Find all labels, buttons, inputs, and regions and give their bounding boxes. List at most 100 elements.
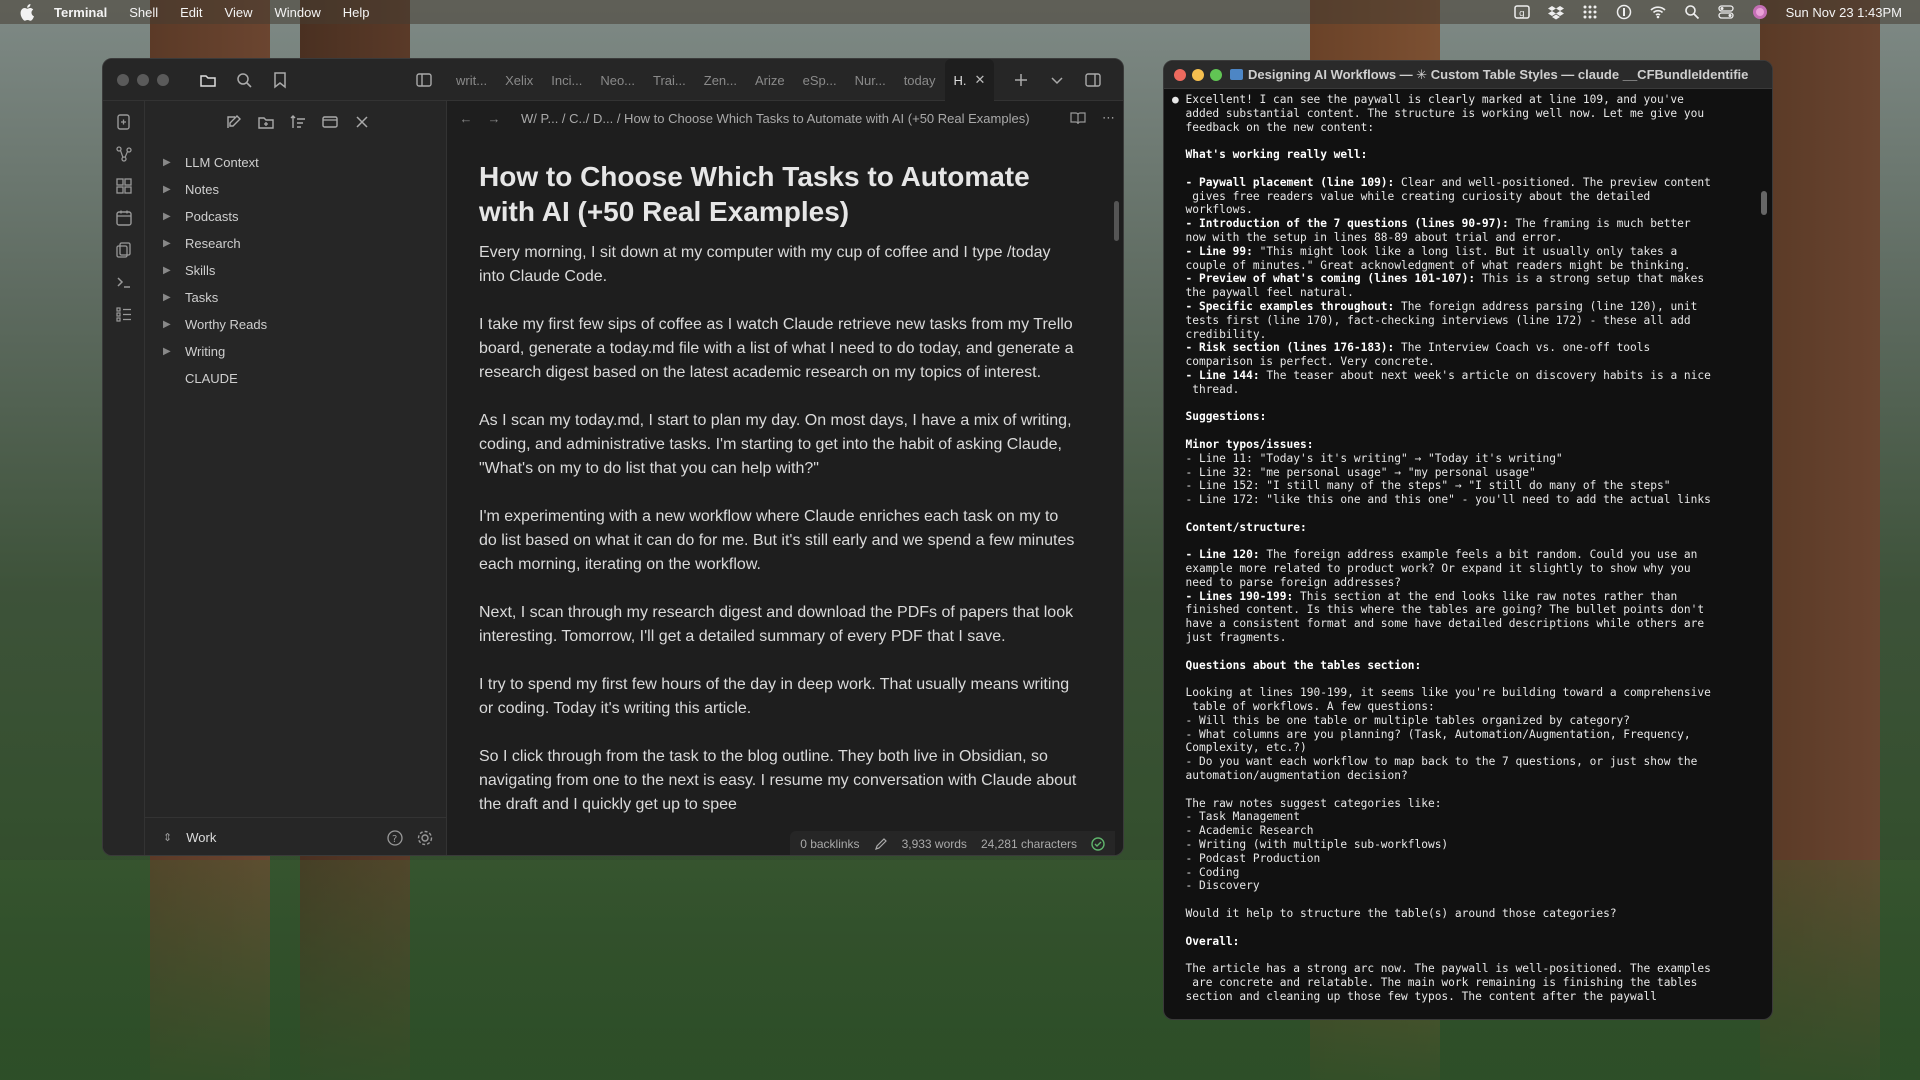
terminal-line: - Introduction of the 7 questions (lines…: [1172, 217, 1691, 231]
tree-file-claude[interactable]: ▶CLAUDE: [163, 365, 267, 392]
collapse-all-icon[interactable]: [353, 113, 371, 131]
toggle-sidebar-icon[interactable]: [415, 71, 433, 89]
task-list-icon[interactable]: [115, 305, 133, 323]
backlinks-count[interactable]: 0 backlinks: [800, 837, 859, 851]
navigate-forward-icon[interactable]: →: [485, 111, 503, 126]
tab-xelix[interactable]: Xelix: [496, 59, 542, 101]
terminal-line: - Discovery: [1172, 879, 1260, 893]
password-manager-icon[interactable]: [1616, 4, 1632, 20]
window-close-button[interactable]: [117, 74, 129, 86]
settings-gear-icon[interactable]: [416, 829, 434, 847]
tab-nur[interactable]: Nur...: [846, 59, 895, 101]
menu-view[interactable]: View: [225, 5, 253, 20]
word-count: 3,933 words: [901, 837, 967, 851]
terminal-line: example more related to product work? Or…: [1172, 562, 1691, 576]
terminal-line: - Writing (with multiple sub-workflows): [1172, 838, 1449, 852]
terminal-line: - Podcast Production: [1172, 851, 1321, 865]
tree-folder-llm-context[interactable]: ▶ LLM Context: [163, 149, 267, 176]
note-paragraph: I try to spend my first few hours of the…: [479, 676, 1070, 717]
tab-trai[interactable]: Trai...: [644, 59, 695, 101]
search-icon[interactable]: [235, 71, 253, 89]
new-note-icon[interactable]: [225, 113, 243, 131]
breadcrumb[interactable]: W/ P... / C../ D... / How to Choose Whic…: [521, 111, 1030, 126]
editor-scrollbar[interactable]: [1114, 201, 1119, 241]
terminal-line: - Preview of what's coming (lines 101-10…: [1172, 272, 1705, 286]
command-palette-terminal-icon[interactable]: [115, 273, 133, 291]
menu-help[interactable]: Help: [343, 5, 370, 20]
more-options-icon[interactable]: ⋯: [1102, 110, 1115, 126]
tab-today[interactable]: today: [895, 59, 945, 101]
menu-clock[interactable]: Sun Nov 23 1:43PM: [1786, 5, 1902, 20]
window-zoom-button[interactable]: [157, 74, 169, 86]
tab-writ[interactable]: writ...: [447, 59, 496, 101]
tree-folder-podcasts[interactable]: ▶ Podcasts: [163, 203, 267, 230]
new-tab-icon[interactable]: [1012, 71, 1030, 89]
tab-close-icon[interactable]: ✕: [975, 72, 986, 88]
files-folder-icon[interactable]: [199, 71, 217, 89]
tab-zen[interactable]: Zen...: [695, 59, 746, 101]
open-quick-switcher-icon[interactable]: [115, 113, 133, 131]
terminal-zoom-button[interactable]: [1210, 69, 1222, 81]
terminal-scrollbar[interactable]: [1760, 91, 1768, 1011]
new-folder-icon[interactable]: [257, 113, 275, 131]
auto-reveal-icon[interactable]: [321, 113, 339, 131]
terminal-line: Complexity, etc.?): [1172, 741, 1307, 755]
spotlight-search-icon[interactable]: [1684, 4, 1700, 20]
tree-folder-worthy-reads[interactable]: ▶ Worthy Reads: [163, 311, 267, 338]
tab-neo[interactable]: Neo...: [591, 59, 644, 101]
sync-status-check-icon[interactable]: [1091, 837, 1105, 851]
dropbox-icon[interactable]: [1547, 4, 1564, 20]
terminal-minimize-button[interactable]: [1192, 69, 1204, 81]
terminal-line: - Line 152: "I still many of the steps" …: [1172, 479, 1671, 493]
terminal-line: - Line 120: The foreign address example …: [1172, 548, 1698, 562]
edit-mode-pencil-icon[interactable]: [874, 837, 888, 851]
terminal-line: the paywall feel natural.: [1172, 286, 1354, 300]
control-center-icon[interactable]: [1717, 4, 1734, 20]
tree-folder-skills[interactable]: ▶ Skills: [163, 257, 267, 284]
menu-shell[interactable]: Shell: [129, 5, 158, 20]
menu-app-name[interactable]: Terminal: [54, 5, 107, 20]
status-area: g Sun Nov 23 1:43PM: [1513, 0, 1902, 24]
vault-switcher[interactable]: ⇕ Work ?: [145, 817, 446, 855]
navigate-back-icon[interactable]: ←: [457, 111, 475, 126]
apple-logo-icon[interactable]: [18, 2, 38, 22]
help-icon[interactable]: ?: [386, 829, 404, 847]
canvas-icon[interactable]: [115, 177, 133, 195]
terminal-output[interactable]: ● Excellent! I can see the paywall is cl…: [1172, 93, 1752, 1013]
terminal-line: - Line 11: "Today's it's writing" → "Tod…: [1172, 451, 1563, 465]
graph-view-icon[interactable]: [115, 145, 133, 163]
tab-inci[interactable]: Inci...: [542, 59, 591, 101]
grammarly-icon[interactable]: g: [1513, 4, 1530, 20]
tree-folder-notes[interactable]: ▶ Notes: [163, 176, 267, 203]
terminal-title: Designing AI Workflows — ✳ Custom Table …: [1248, 66, 1748, 82]
tab-arize[interactable]: Arize: [746, 59, 794, 101]
templates-copy-icon[interactable]: [115, 241, 133, 259]
daily-note-calendar-icon[interactable]: [115, 209, 133, 227]
siri-icon[interactable]: [1752, 4, 1768, 20]
window-minimize-button[interactable]: [137, 74, 149, 86]
tab-active-note[interactable]: H. ✕: [944, 59, 995, 101]
chevron-right-icon: ▶: [163, 184, 171, 195]
toggle-right-sidebar-icon[interactable]: [1084, 71, 1102, 89]
tree-folder-research[interactable]: ▶ Research: [163, 230, 267, 257]
app-grid-icon[interactable]: [1582, 4, 1598, 20]
svg-text:?: ?: [392, 834, 397, 845]
tab-list-chevron-down-icon[interactable]: [1048, 71, 1066, 89]
terminal-line: - Line 144: The teaser about next week's…: [1172, 368, 1711, 382]
terminal-line: now with the setup in lines 88-89 about …: [1172, 230, 1563, 244]
terminal-line: couple of minutes." Great acknowledgment…: [1172, 258, 1691, 272]
menu-window[interactable]: Window: [275, 5, 321, 20]
wifi-icon[interactable]: [1650, 4, 1666, 20]
menu-edit[interactable]: Edit: [180, 5, 202, 20]
tab-esp[interactable]: eSp...: [794, 59, 846, 101]
tree-folder-tasks[interactable]: ▶ Tasks: [163, 284, 267, 311]
terminal-close-button[interactable]: [1174, 69, 1186, 81]
note-content[interactable]: How to Choose Which Tasks to Automate wi…: [479, 159, 1079, 839]
sort-order-icon[interactable]: [289, 113, 307, 131]
tree-folder-writing[interactable]: ▶ Writing: [163, 338, 267, 365]
obsidian-window: ▶ LLM Context ▶ Notes ▶ Podcasts ▶ Research …: [102, 58, 1124, 856]
reading-view-book-icon[interactable]: [1070, 110, 1086, 126]
bookmark-icon[interactable]: [271, 71, 289, 89]
terminal-scroll-thumb[interactable]: [1761, 191, 1767, 215]
